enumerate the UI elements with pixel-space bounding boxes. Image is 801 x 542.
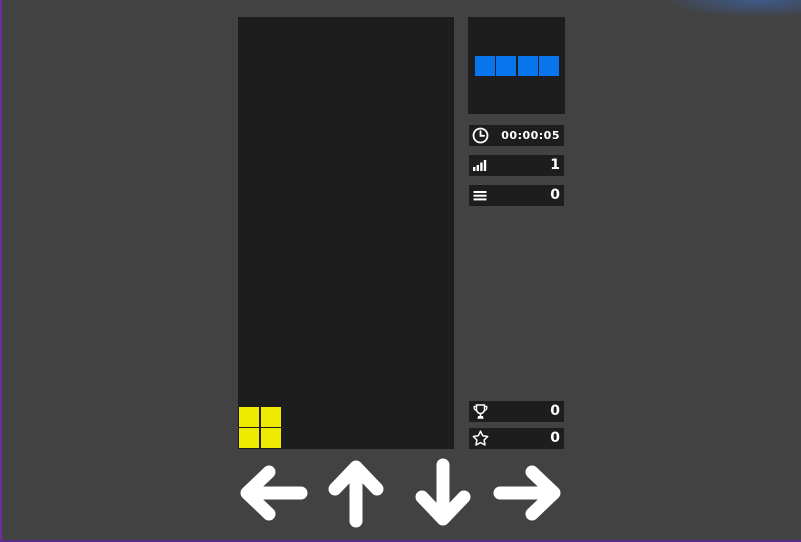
right-arrow-button[interactable] <box>492 457 564 529</box>
board-cell <box>260 428 281 449</box>
high-score-value: 0 <box>550 403 560 419</box>
arrow-down-icon <box>415 458 471 526</box>
window-edge-left <box>0 0 2 542</box>
down-arrow-button[interactable] <box>407 457 479 529</box>
lines-icon <box>472 187 489 204</box>
board-cell <box>239 406 259 427</box>
board-cell <box>239 428 259 449</box>
lines-panel: 0 <box>469 185 564 206</box>
board-cell <box>260 406 281 427</box>
left-arrow-button[interactable] <box>237 457 309 529</box>
next-piece-cell <box>517 56 538 76</box>
next-piece-preview <box>468 17 565 114</box>
rotate-up-arrow-button[interactable] <box>320 457 392 529</box>
arrow-left-icon <box>240 465 308 521</box>
arrow-up-icon <box>328 460 384 528</box>
trophy-icon <box>472 403 489 420</box>
score-value: 0 <box>550 430 560 446</box>
next-piece-cell <box>474 56 495 76</box>
next-piece-cell <box>496 56 516 76</box>
next-piece-cell <box>539 56 559 76</box>
level-panel: 1 <box>469 155 564 176</box>
lines-value: 0 <box>550 187 560 203</box>
score-panel: 0 <box>469 428 564 449</box>
game-board[interactable] <box>238 17 454 449</box>
clock-icon <box>472 127 489 144</box>
level-value: 1 <box>550 157 560 173</box>
high-score-panel: 0 <box>469 401 564 422</box>
time-value: 00:00:05 <box>501 129 560 142</box>
arrow-right-icon <box>493 465 561 521</box>
signal-bars-icon <box>472 157 489 174</box>
corner-glow <box>661 0 801 18</box>
time-panel: 00:00:05 <box>469 125 564 146</box>
star-icon <box>472 430 489 447</box>
